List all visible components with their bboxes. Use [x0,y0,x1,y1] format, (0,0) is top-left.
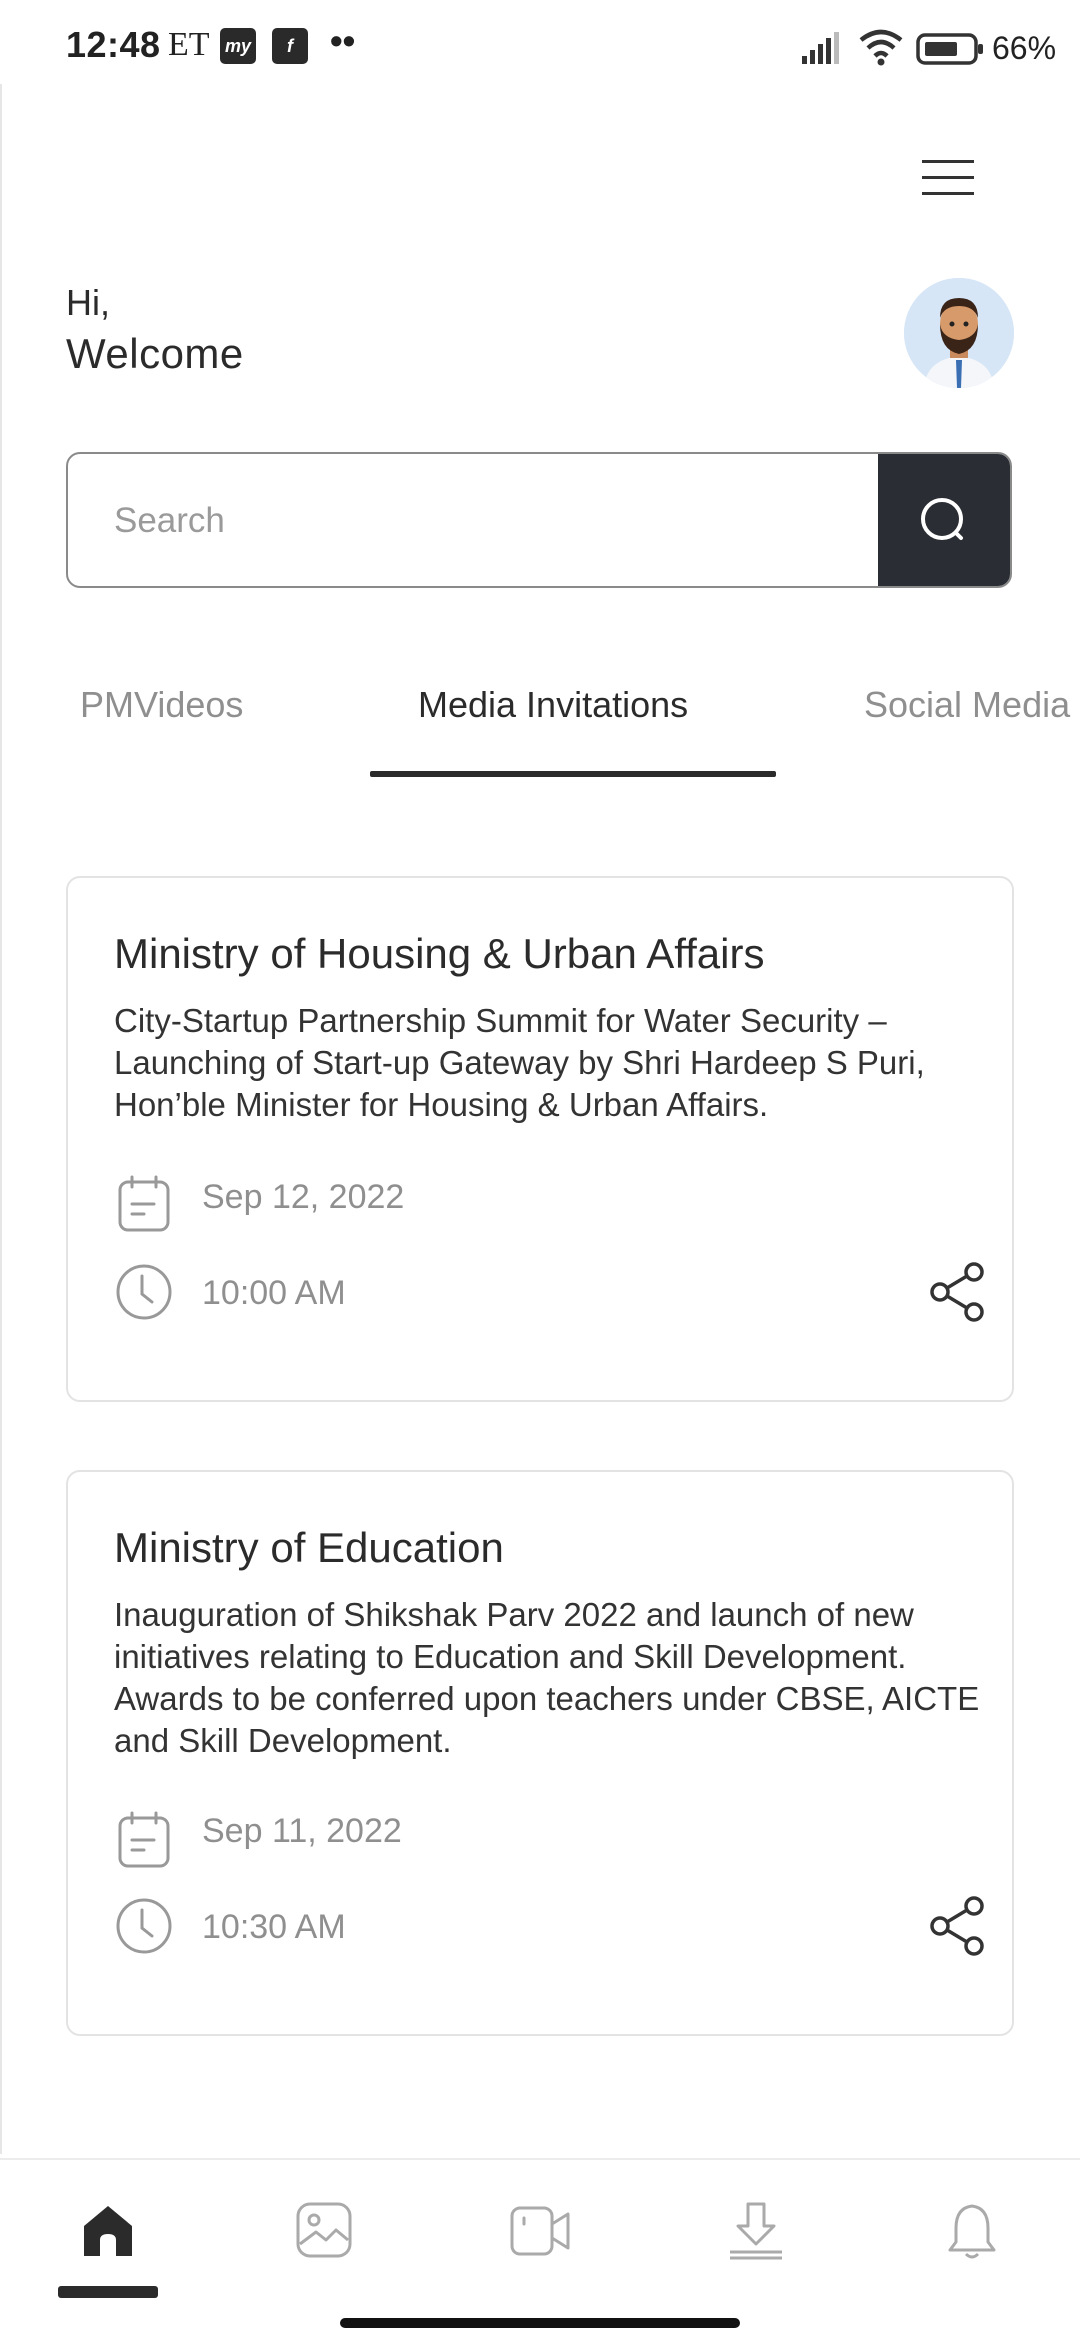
battery-percent: 66% [992,30,1057,66]
gallery-icon[interactable] [294,2200,354,2260]
video-icon[interactable] [510,2200,570,2260]
search-input[interactable] [112,454,896,586]
bell-icon[interactable] [942,2200,1002,2260]
calendar-icon [118,1811,170,1868]
home-icon[interactable] [78,2200,138,2260]
clock-icon [116,1264,172,1320]
flipkart-app-icon: f [272,28,308,64]
download-icon[interactable] [726,2200,786,2260]
invitation-title: Ministry of Housing & Urban Affairs [114,930,765,977]
invitation-date: Sep 12, 2022 [202,1178,405,1216]
status-more-dots: •• [330,20,356,61]
invitation-time: 10:00 AM [202,1274,346,1312]
share-icon[interactable] [928,1260,988,1324]
tab-pmvideos[interactable]: PMVideos [80,684,243,726]
status-bar: 12:48 ET my f •• 66% [0,0,1080,90]
clock-icon [116,1898,172,1954]
tab-media-invitations[interactable]: Media Invitations [418,684,688,726]
search-bar [66,452,1012,588]
invitation-description: City-Startup Partnership Summit for Wate… [114,1002,925,1123]
greeting-hi: Hi, [66,282,110,323]
bottom-navigation [0,2158,1080,2342]
avatar[interactable] [904,278,1014,388]
invitation-time: 10:30 AM [202,1908,346,1946]
greeting-welcome: Welcome [66,330,244,377]
home-indicator[interactable] [340,2318,740,2328]
calendar-icon [118,1175,170,1232]
search-icon [921,498,963,540]
invitation-description: Inauguration of Shikshak Parv 2022 and l… [114,1596,980,1759]
myntra-app-icon: my [220,28,256,64]
tab-social-media[interactable]: Social Media [864,684,1080,726]
share-icon[interactable] [928,1894,988,1958]
wifi-icon [859,29,903,66]
signal-icon [802,32,839,64]
status-et-label: ET [168,26,210,63]
active-tab-indicator [370,771,776,777]
page-edge-divider [0,84,2,2154]
invitation-card[interactable]: Ministry of Education Inauguration of Sh… [66,1470,1014,2036]
battery-icon [916,33,983,65]
active-nav-indicator [58,2286,158,2298]
user-avatar-icon [904,278,1014,388]
search-button[interactable] [878,454,1010,586]
hamburger-icon[interactable] [922,160,974,200]
invitation-title: Ministry of Education [114,1524,504,1571]
status-time: 12:48 [66,24,161,65]
invitation-date: Sep 11, 2022 [202,1812,402,1850]
invitation-card[interactable]: Ministry of Housing & Urban Affairs City… [66,876,1014,1402]
